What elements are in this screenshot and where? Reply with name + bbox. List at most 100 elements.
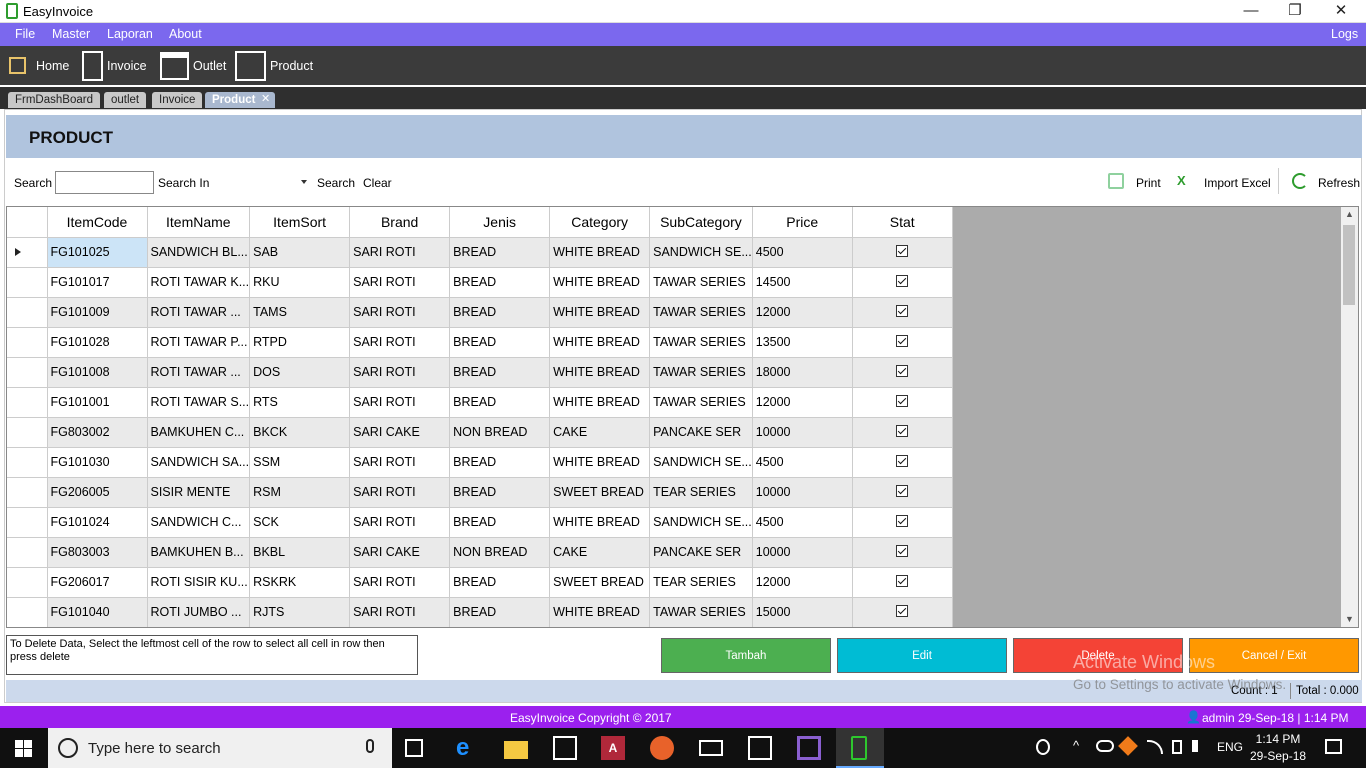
table-cell[interactable]: WHITE BREAD <box>549 267 651 298</box>
table-cell[interactable]: ROTI JUMBO ... <box>147 597 251 627</box>
tab-invoice[interactable]: Invoice <box>152 92 203 108</box>
easyinvoice-taskbar-item[interactable] <box>836 728 884 768</box>
menu-laporan[interactable]: Laporan <box>107 27 153 41</box>
table-cell[interactable]: 18000 <box>752 357 853 388</box>
stat-checkbox[interactable] <box>896 394 909 407</box>
table-row[interactable]: FG101025 SANDWICH BL... SAB SARI ROTI BREAD W… <box>7 237 953 268</box>
table-cell[interactable]: SARI ROTI <box>349 507 451 538</box>
clear-button[interactable]: Clear <box>363 176 392 190</box>
table-cell[interactable]: BAMKUHEN B... <box>147 537 251 568</box>
row-header[interactable] <box>7 477 48 508</box>
col-itemsort[interactable]: ItemSort <box>249 207 351 238</box>
battery-icon[interactable] <box>1172 740 1182 754</box>
table-cell[interactable]: SARI ROTI <box>349 267 451 298</box>
table-cell[interactable]: TAWAR SERIES <box>649 357 753 388</box>
table-cell[interactable]: BREAD <box>449 327 551 358</box>
table-cell[interactable]: WHITE BREAD <box>549 237 651 268</box>
stat-checkbox[interactable] <box>896 574 909 587</box>
table-cell[interactable]: 13500 <box>752 327 853 358</box>
table-cell[interactable]: WHITE BREAD <box>549 357 651 388</box>
stat-cell[interactable] <box>852 387 953 418</box>
stat-checkbox[interactable] <box>896 544 909 557</box>
table-cell[interactable]: SANDWICH C... <box>147 507 251 538</box>
table-cell[interactable]: TAMS <box>249 297 351 328</box>
table-cell[interactable]: SWEET BREAD <box>549 477 651 508</box>
cloud-icon[interactable] <box>1096 740 1114 752</box>
table-cell[interactable]: FG101028 <box>47 327 148 358</box>
stat-cell[interactable] <box>852 447 953 478</box>
stat-cell[interactable] <box>852 267 953 298</box>
wifi-icon[interactable] <box>1147 740 1163 754</box>
firefox-icon[interactable] <box>650 736 674 760</box>
table-cell[interactable]: ROTI TAWAR S... <box>147 387 251 418</box>
stat-checkbox[interactable] <box>896 274 909 287</box>
row-header[interactable] <box>7 417 48 448</box>
stat-cell[interactable] <box>852 507 953 538</box>
avast-icon[interactable] <box>1118 736 1138 756</box>
stat-checkbox[interactable] <box>896 454 909 467</box>
table-cell[interactable]: 12000 <box>752 567 853 598</box>
table-cell[interactable]: SARI ROTI <box>349 297 451 328</box>
scroll-down-icon[interactable]: ▼ <box>1341 612 1358 627</box>
table-cell[interactable]: BREAD <box>449 237 551 268</box>
table-cell[interactable]: SARI CAKE <box>349 417 451 448</box>
table-cell[interactable]: SSM <box>249 447 351 478</box>
col-itemname[interactable]: ItemName <box>147 207 251 238</box>
menu-logs[interactable]: Logs <box>1331 27 1358 41</box>
windows-start-icon[interactable] <box>15 740 32 757</box>
stat-cell[interactable] <box>852 327 953 358</box>
table-cell[interactable]: FG101040 <box>47 597 148 627</box>
col-stat[interactable]: Stat <box>852 207 953 238</box>
mail-icon[interactable] <box>699 740 723 756</box>
stat-cell[interactable] <box>852 597 953 627</box>
stat-cell[interactable] <box>852 297 953 328</box>
table-cell[interactable]: 10000 <box>752 537 853 568</box>
table-row[interactable]: FG206017 ROTI SISIR KU... RSKRK SARI ROTI BR… <box>7 567 953 598</box>
cancel-exit-button[interactable]: Cancel / Exit <box>1189 638 1359 673</box>
table-cell[interactable]: SANDWICH SE... <box>649 237 753 268</box>
row-header[interactable] <box>7 267 48 298</box>
col-subcategory[interactable]: SubCategory <box>649 207 753 238</box>
refresh-button[interactable]: Refresh <box>1318 176 1360 190</box>
table-cell[interactable]: 12000 <box>752 297 853 328</box>
table-row[interactable]: FG101009 ROTI TAWAR ... TAMS SARI ROTI BREAD… <box>7 297 953 328</box>
table-cell[interactable]: SARI ROTI <box>349 327 451 358</box>
product-grid[interactable]: ItemCode ItemName ItemSort Brand Jenis C… <box>6 206 1359 628</box>
table-cell[interactable]: NON BREAD <box>449 417 551 448</box>
table-cell[interactable]: SARI CAKE <box>349 537 451 568</box>
table-cell[interactable]: WHITE BREAD <box>549 297 651 328</box>
table-cell[interactable]: ROTI SISIR KU... <box>147 567 251 598</box>
table-cell[interactable]: FG101008 <box>47 357 148 388</box>
stat-cell[interactable] <box>852 237 953 268</box>
table-row[interactable]: FG101024 SANDWICH C... SCK SARI ROTI BREAD WH… <box>7 507 953 538</box>
maximize-button[interactable]: ❐ <box>1272 1 1318 21</box>
table-cell[interactable]: SANDWICH SE... <box>649 507 753 538</box>
table-cell[interactable]: 12000 <box>752 387 853 418</box>
table-cell[interactable]: RSKRK <box>249 567 351 598</box>
table-cell[interactable]: SCK <box>249 507 351 538</box>
col-jenis[interactable]: Jenis <box>449 207 551 238</box>
tab-outlet[interactable]: outlet <box>104 92 147 108</box>
table-cell[interactable]: FG206005 <box>47 477 148 508</box>
table-cell[interactable]: ROTI TAWAR P... <box>147 327 251 358</box>
table-cell[interactable]: RSM <box>249 477 351 508</box>
table-cell[interactable]: BREAD <box>449 357 551 388</box>
taskbar-search[interactable]: Type here to search <box>48 728 392 768</box>
menu-file[interactable]: File <box>15 27 35 41</box>
table-cell[interactable]: SARI ROTI <box>349 387 451 418</box>
table-row[interactable]: FG101008 ROTI TAWAR ... DOS SARI ROTI BREAD W… <box>7 357 953 388</box>
table-cell[interactable]: TAWAR SERIES <box>649 267 753 298</box>
table-cell[interactable]: FG101001 <box>47 387 148 418</box>
table-cell[interactable]: SARI ROTI <box>349 477 451 508</box>
table-cell[interactable]: FG803002 <box>47 417 148 448</box>
calendar-icon[interactable] <box>748 736 772 760</box>
stat-checkbox[interactable] <box>896 484 909 497</box>
volume-icon[interactable] <box>1192 740 1204 752</box>
table-cell[interactable]: SANDWICH SE... <box>649 447 753 478</box>
table-cell[interactable]: RKU <box>249 267 351 298</box>
table-cell[interactable]: BREAD <box>449 477 551 508</box>
table-cell[interactable]: SAB <box>249 237 351 268</box>
col-price[interactable]: Price <box>752 207 853 238</box>
tab-close-icon[interactable]: ✕ <box>261 92 270 105</box>
table-cell[interactable]: CAKE <box>549 417 651 448</box>
